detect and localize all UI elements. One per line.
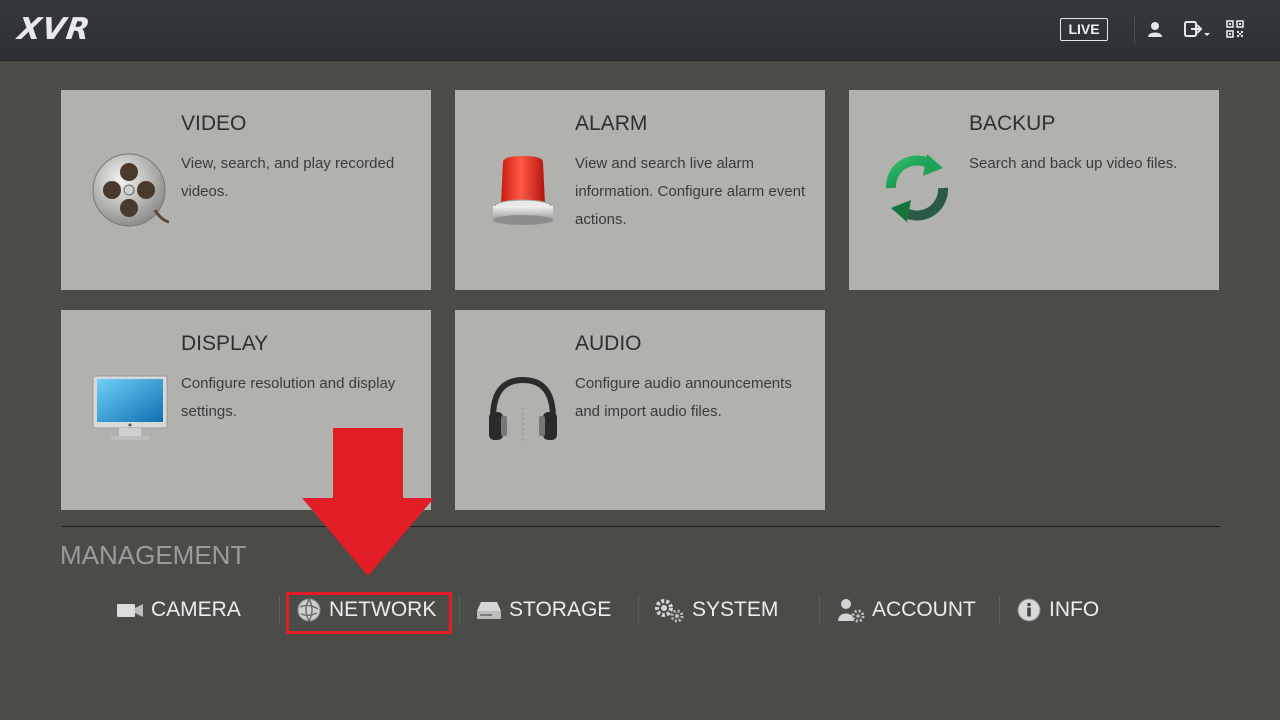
management-heading: MANAGEMENT — [60, 540, 246, 571]
logout-icon[interactable] — [1183, 20, 1213, 40]
management-item-system[interactable]: SYSTEM — [653, 592, 778, 628]
tile-description: Search and back up video files. — [969, 150, 1204, 178]
tile-title: VIDEO — [181, 112, 246, 136]
section-divider — [62, 526, 1220, 527]
tile-audio[interactable]: AUDIO Configure audio announcements and … — [455, 310, 825, 510]
item-separator — [638, 596, 640, 626]
management-item-label: SYSTEM — [692, 598, 778, 622]
tile-title: ALARM — [575, 112, 647, 136]
user-icon[interactable] — [1146, 20, 1164, 38]
management-item-info[interactable]: INFO — [1016, 592, 1099, 628]
management-item-storage[interactable]: STORAGE — [476, 592, 611, 628]
tile-description: View and search live alarm information. … — [575, 150, 810, 234]
top-bar: XVR LIVE — [0, 0, 1280, 61]
tile-description: Configure resolution and display setting… — [181, 370, 416, 426]
app-logo: XVR — [16, 12, 93, 47]
alarm-siren-icon — [483, 148, 563, 228]
film-reel-icon — [89, 148, 169, 228]
hard-drive-icon — [476, 599, 502, 621]
management-item-label: ACCOUNT — [872, 598, 976, 622]
annotation-highlight-box — [286, 592, 452, 634]
toolbar-separator — [1134, 16, 1135, 44]
qr-code-icon[interactable] — [1226, 20, 1244, 38]
item-separator — [999, 596, 1001, 626]
headphones-icon — [483, 368, 563, 448]
tile-description: View, search, and play recorded videos. — [181, 150, 416, 206]
annotation-arrow — [302, 428, 434, 578]
tile-backup[interactable]: BACKUP Search and back up video files. — [849, 90, 1219, 290]
item-separator — [459, 596, 461, 626]
management-item-label: STORAGE — [509, 598, 611, 622]
live-button[interactable]: LIVE — [1060, 18, 1108, 41]
gears-icon — [653, 597, 685, 623]
management-item-camera[interactable]: CAMERA — [116, 592, 241, 628]
item-separator — [279, 596, 281, 626]
user-gear-icon — [837, 597, 865, 623]
item-separator — [819, 596, 821, 626]
backup-refresh-icon — [877, 148, 957, 228]
tile-description: Configure audio announcements and import… — [575, 370, 810, 426]
management-item-account[interactable]: ACCOUNT — [837, 592, 976, 628]
tile-title: DISPLAY — [181, 332, 268, 356]
management-item-label: CAMERA — [151, 598, 241, 622]
camera-icon — [116, 601, 144, 619]
tile-alarm[interactable]: ALARM View and search live alarm informa… — [455, 90, 825, 290]
monitor-icon — [89, 368, 169, 448]
tile-title: BACKUP — [969, 112, 1055, 136]
management-item-label: INFO — [1049, 598, 1099, 622]
info-icon — [1016, 597, 1042, 623]
tile-video[interactable]: VIDEO View, search, and play recorded vi… — [61, 90, 431, 290]
tile-title: AUDIO — [575, 332, 642, 356]
